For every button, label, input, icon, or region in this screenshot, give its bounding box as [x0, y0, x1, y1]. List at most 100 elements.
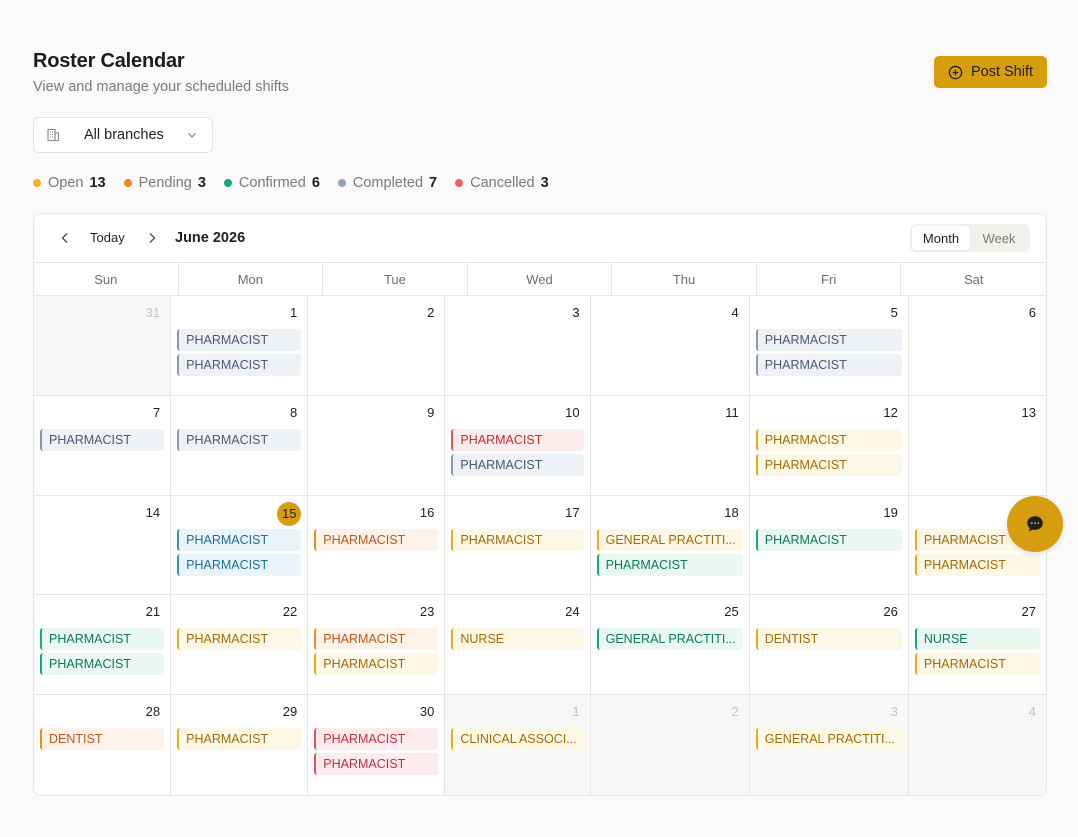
shift-chip[interactable]: PHARMACIST [314, 728, 439, 751]
day-cell[interactable]: 26 DENTIST [749, 595, 909, 696]
day-number-container: 27 [915, 601, 1040, 623]
day-cell[interactable]: 1 CLINICAL ASSOCI... [445, 695, 591, 795]
shift-chip[interactable]: PHARMACIST [451, 453, 584, 476]
day-cell[interactable]: 10 PHARMACIST PHARMACIST [445, 395, 591, 496]
day-cell[interactable]: 1 PHARMACIST PHARMACIST [171, 296, 309, 396]
shift-chip[interactable]: PHARMACIST [177, 528, 302, 551]
day-cell[interactable]: 6 [908, 296, 1046, 396]
day-cell[interactable]: 16 PHARMACIST [308, 495, 446, 596]
month-grid: 31 1 PHARMACIST PHARMACIST 2 3 4 5 PHARMACIST PHA… [34, 296, 1046, 795]
shift-chip[interactable]: PHARMACIST [177, 728, 302, 751]
day-cell[interactable]: 24 NURSE [445, 595, 591, 696]
day-cell[interactable]: 2 [590, 695, 750, 795]
shift-chip[interactable]: PHARMACIST [755, 528, 902, 551]
shift-chip[interactable]: PHARMACIST [177, 354, 302, 376]
day-cell[interactable]: 8 PHARMACIST [171, 395, 309, 496]
shift-chip[interactable]: PHARMACIST [40, 653, 165, 676]
shift-chip[interactable]: PHARMACIST [40, 628, 165, 651]
shift-chip[interactable]: PHARMACIST [755, 329, 902, 351]
shift-chip[interactable]: PHARMACIST [177, 553, 302, 576]
day-cell[interactable]: 19 PHARMACIST [749, 495, 909, 596]
shift-chip[interactable]: PHARMACIST [177, 329, 302, 351]
stat-open: Open 13 [33, 175, 106, 191]
day-number-container: 7 [40, 402, 164, 424]
branch-select[interactable]: All branches [33, 117, 213, 153]
day-cell[interactable]: 4 [590, 296, 750, 396]
shift-chip[interactable]: PHARMACIST [755, 428, 902, 451]
post-shift-button[interactable]: Post Shift [934, 56, 1047, 88]
today-button[interactable]: Today [90, 230, 125, 245]
shift-chip[interactable]: PHARMACIST [755, 453, 902, 476]
day-cell[interactable]: 15 PHARMACIST PHARMACIST [171, 495, 309, 596]
page-title: Roster Calendar [33, 50, 185, 72]
shift-chip[interactable]: PHARMACIST [914, 653, 1040, 676]
day-cell[interactable]: 29 PHARMACIST [171, 695, 309, 795]
day-cell[interactable]: 11 [590, 395, 750, 496]
day-cell[interactable]: 23 PHARMACIST PHARMACIST [308, 595, 446, 696]
shift-chip[interactable]: PHARMACIST [177, 628, 302, 651]
shift-chip[interactable]: NURSE [914, 628, 1040, 651]
day-cell[interactable]: 3 [445, 296, 591, 396]
shift-chip[interactable]: PHARMACIST [177, 428, 302, 451]
shift-chip[interactable]: GENERAL PRACTITI... [755, 728, 902, 751]
day-number-container: 11 [597, 402, 743, 424]
day-cell[interactable]: 18 GENERAL PRACTITI... PHARMACIST [590, 495, 750, 596]
shift-chip[interactable]: GENERAL PRACTITI... [596, 628, 743, 651]
day-cell[interactable]: 21 PHARMACIST PHARMACIST [34, 595, 172, 696]
shift-chip[interactable]: PHARMACIST [451, 428, 584, 451]
weekday-label: Sat [963, 271, 984, 287]
day-cell[interactable]: 14 [34, 495, 172, 596]
shift-chip[interactable]: PHARMACIST [596, 553, 743, 576]
shift-chip[interactable]: PHARMACIST [755, 354, 902, 376]
stat-label: Confirmed [238, 175, 306, 191]
day-cell[interactable]: 9 [308, 395, 446, 496]
view-week-button[interactable]: Week [970, 226, 1028, 250]
shift-chip[interactable]: PHARMACIST [451, 528, 584, 551]
chevron-left-icon[interactable] [58, 231, 72, 245]
day-number-container: 31 [40, 302, 164, 324]
day-number: 4 [731, 305, 739, 320]
day-number: 13 [1021, 404, 1036, 420]
day-cell[interactable]: 13 [908, 396, 1046, 496]
day-number: 6 [1028, 305, 1036, 320]
shift-chip[interactable]: GENERAL PRACTITI... [596, 528, 743, 551]
day-number-container: 9 [314, 402, 438, 424]
day-number: 27 [1021, 604, 1036, 620]
plus-circle-icon [948, 65, 963, 79]
shift-chip[interactable]: PHARMACIST [914, 553, 1040, 576]
day-cell[interactable]: 3 GENERAL PRACTITI... [749, 695, 909, 795]
day-cell[interactable]: 5 PHARMACIST PHARMACIST [749, 296, 909, 396]
shift-chip[interactable]: DENTIST [40, 728, 165, 751]
shift-chip[interactable]: PHARMACIST [314, 628, 439, 651]
shift-chip[interactable]: PHARMACIST [314, 753, 439, 776]
day-number: 12 [883, 404, 898, 420]
day-cell[interactable]: 2 [308, 296, 446, 396]
day-number-container: 15 [177, 501, 302, 526]
page-subtitle: View and manage your scheduled shifts [33, 79, 290, 95]
shift-chip[interactable]: PHARMACIST [40, 428, 165, 451]
day-cell[interactable]: 31 [34, 296, 172, 396]
day-cell[interactable]: 7 PHARMACIST [34, 395, 172, 496]
chevron-right-icon[interactable] [145, 231, 159, 245]
stat-cancelled: Cancelled 3 [455, 175, 549, 191]
day-cell[interactable]: 22 PHARMACIST [171, 595, 309, 696]
day-cell[interactable]: 25 GENERAL PRACTITI... [590, 595, 750, 696]
day-cell[interactable]: 12 PHARMACIST PHARMACIST [749, 395, 909, 496]
chat-button[interactable] [1007, 496, 1063, 552]
shift-chip[interactable]: DENTIST [755, 628, 902, 651]
status-dot-icon [223, 179, 232, 187]
view-month-button[interactable]: Month [912, 226, 970, 250]
shift-chip[interactable]: PHARMACIST [314, 528, 439, 551]
day-cell[interactable]: 27 NURSE PHARMACIST [908, 595, 1046, 696]
day-number: 10 [565, 404, 580, 420]
shift-chip[interactable]: NURSE [451, 628, 584, 651]
day-number: 16 [419, 504, 435, 520]
shift-chip[interactable]: CLINICAL ASSOCI... [451, 728, 584, 751]
day-cell[interactable]: 4 [908, 695, 1046, 795]
day-number: 21 [145, 604, 161, 620]
day-number-container: 25 [597, 601, 743, 623]
day-cell[interactable]: 30 PHARMACIST PHARMACIST [308, 695, 446, 795]
day-cell[interactable]: 17 PHARMACIST [445, 495, 591, 596]
shift-chip[interactable]: PHARMACIST [314, 653, 439, 676]
day-cell[interactable]: 28 DENTIST [34, 695, 172, 795]
